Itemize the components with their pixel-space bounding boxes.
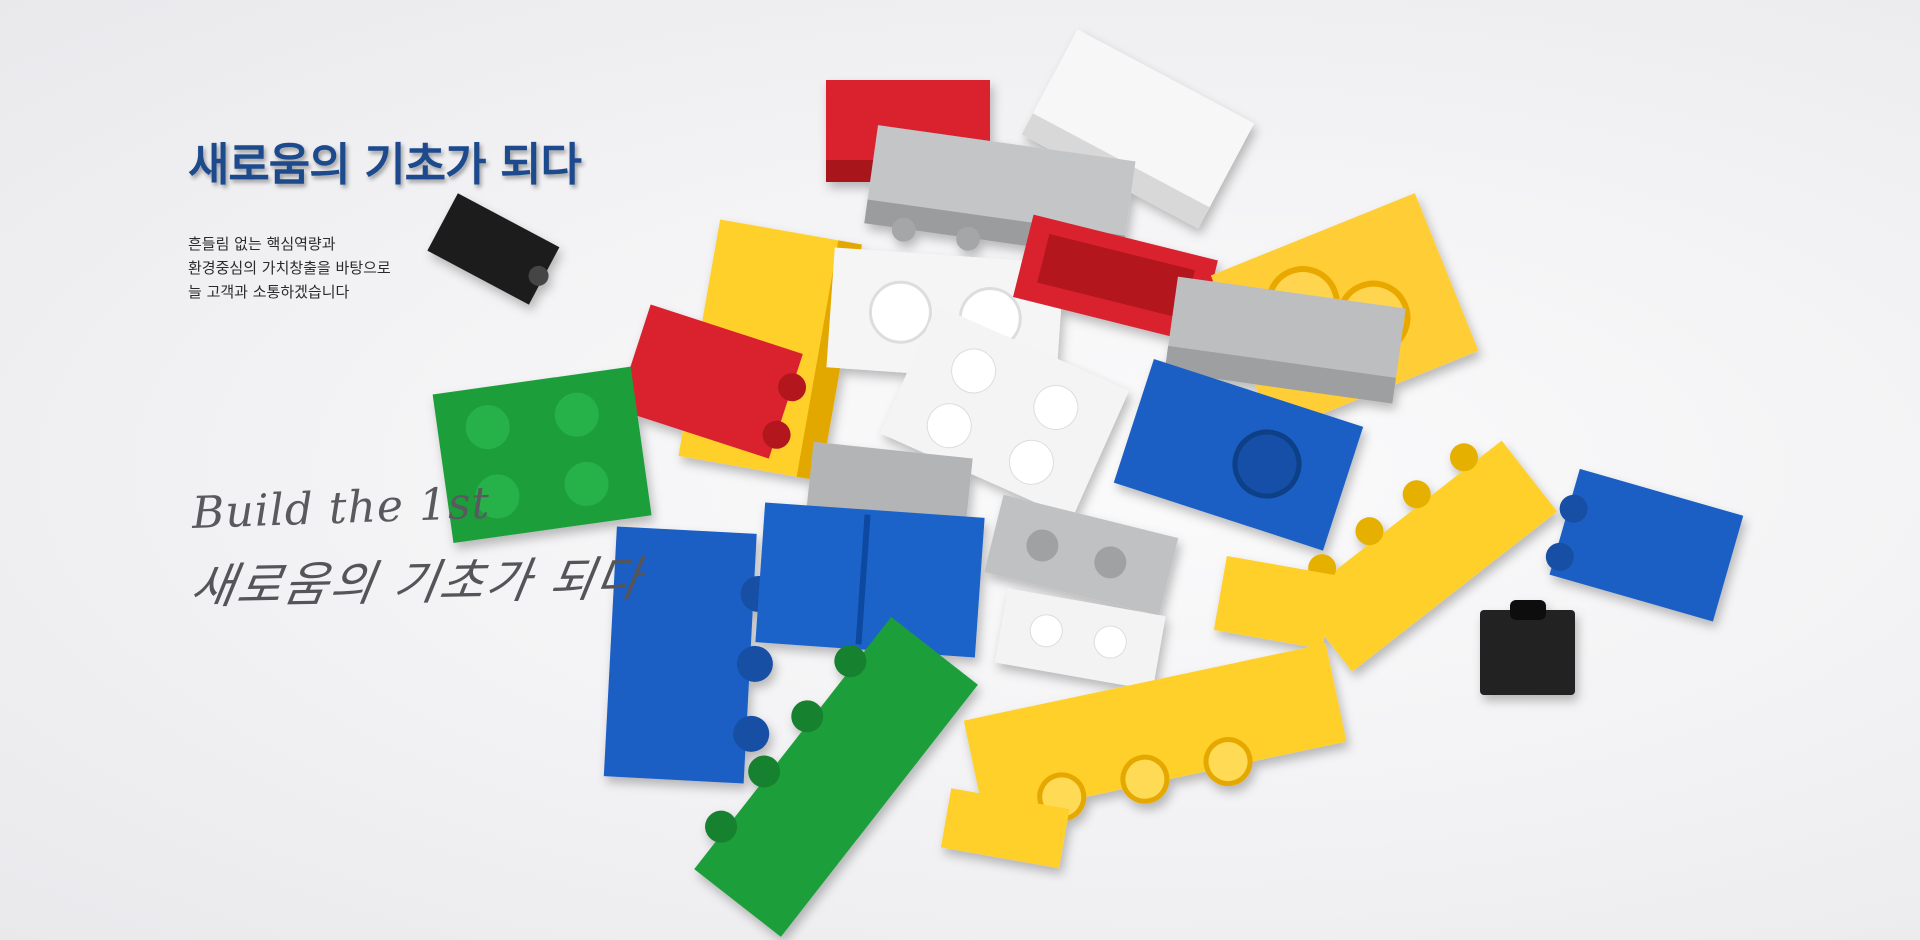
- subtitle-line: 흔들림 없는 핵심역량과: [188, 234, 336, 253]
- blue-brick-square: [755, 502, 985, 658]
- script-slogan: Build the 1st 새로움의 기초가 되다: [187, 478, 647, 617]
- hero-text-block: 새로움의 기초가 되다 흔들림 없는 핵심역량과 환경중심의 가치창출을 바탕으…: [188, 140, 608, 304]
- hero-banner: 새로움의 기초가 되다 흔들림 없는 핵심역량과 환경중심의 가치창출을 바탕으…: [0, 0, 1920, 940]
- subtitle: 흔들림 없는 핵심역량과 환경중심의 가치창출을 바탕으로 늘 고객과 소통하겠…: [188, 232, 608, 304]
- black-brick-right: [1480, 600, 1575, 695]
- headline: 새로움의 기초가 되다: [188, 138, 582, 191]
- blue-brick-right: [1545, 468, 1744, 622]
- subtitle-line: 환경중심의 가치창출을 바탕으로: [188, 258, 391, 277]
- subtitle-line: 늘 고객과 소통하겠습니다: [188, 282, 350, 301]
- script-korean: 새로움의 기초가 되다: [186, 551, 647, 615]
